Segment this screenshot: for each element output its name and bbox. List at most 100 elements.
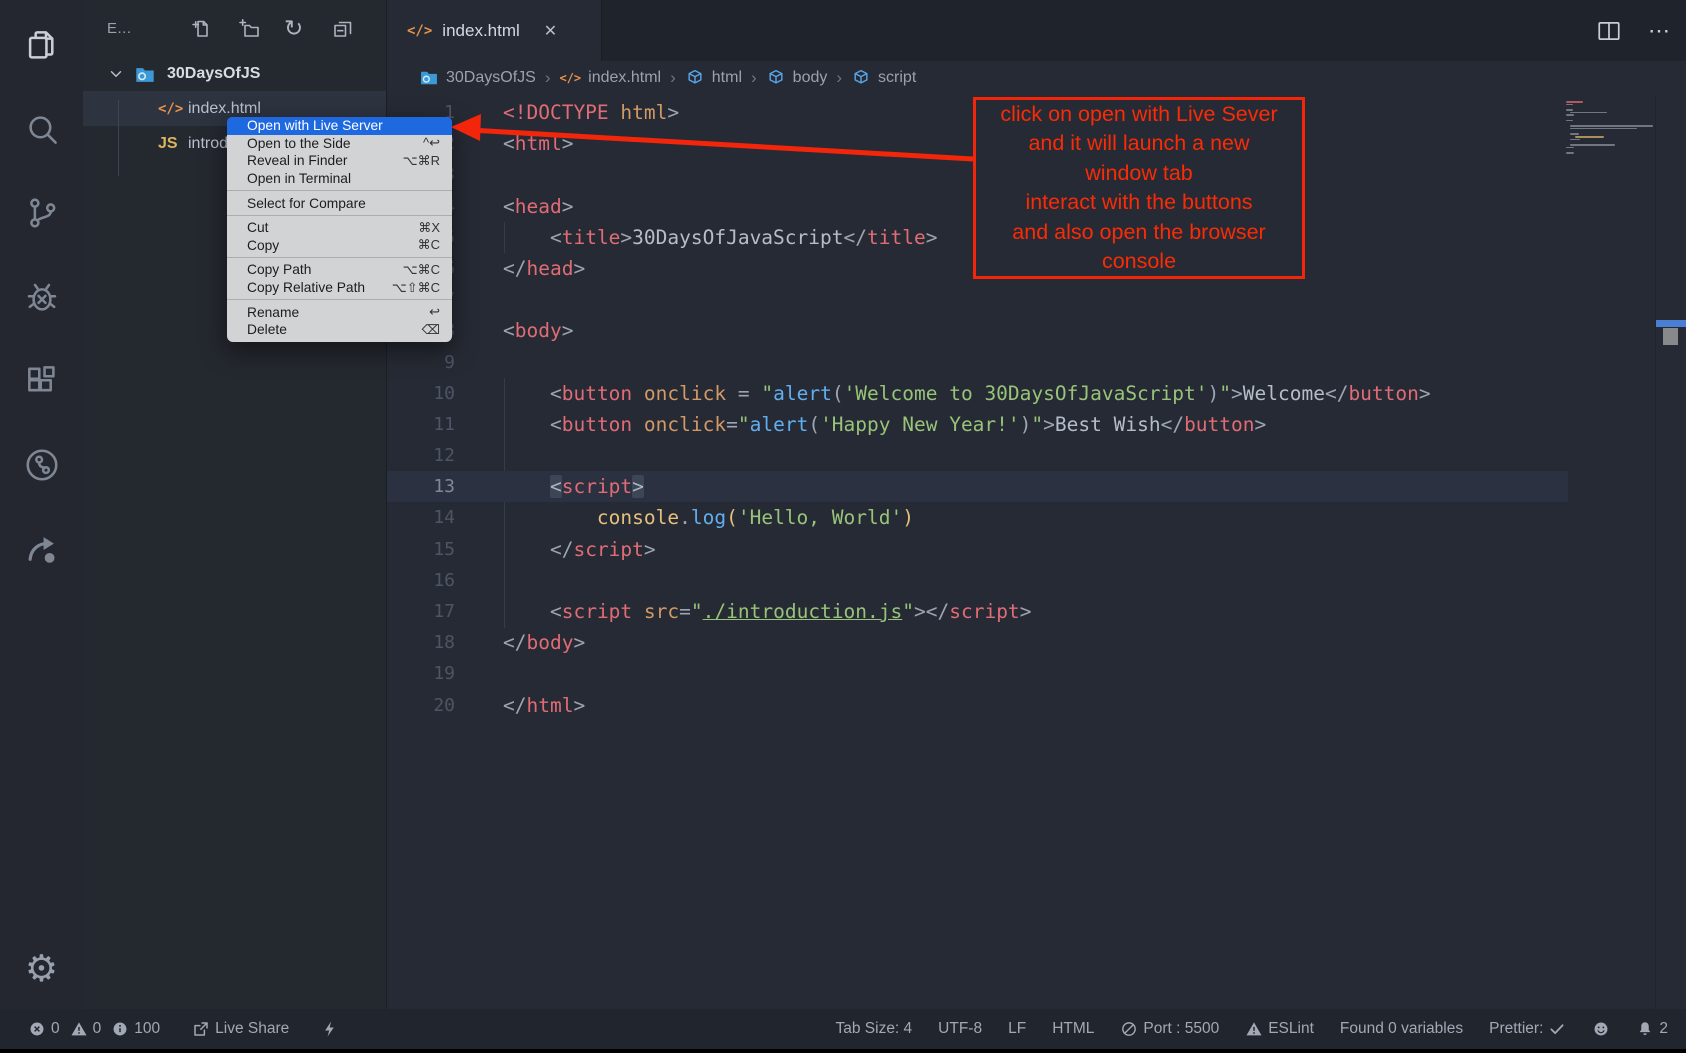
menu-item-open-in-terminal[interactable]: Open in Terminal <box>227 170 452 188</box>
menu-separator <box>227 257 452 258</box>
minimap-line <box>1570 112 1606 114</box>
breadcrumb-30DaysOfJS[interactable]: 30DaysOfJS <box>419 68 536 88</box>
minimap-line <box>1570 144 1615 146</box>
context-menu: Open with Live ServerOpen to the Side^↩R… <box>227 117 452 342</box>
breadcrumb: 30DaysOfJS›</>index.html›html›body›scrip… <box>387 61 1686 95</box>
html-file-icon: </> <box>158 101 183 117</box>
error-icon <box>28 1020 46 1038</box>
line-number: 12 <box>387 440 455 471</box>
breadcrumb-index-html[interactable]: </>index.html <box>559 69 661 87</box>
minimap-line <box>1570 133 1579 135</box>
tree-root-30daysofjs[interactable]: 30DaysOfJS <box>83 57 386 91</box>
menu-item-cut[interactable]: Cut⌘X <box>227 219 452 237</box>
editor-actions: ⋯ <box>1596 0 1672 61</box>
menu-separator <box>227 215 452 216</box>
status-lightning[interactable] <box>321 1020 339 1038</box>
folder-icon <box>133 64 157 84</box>
activity-extensions-button[interactable] <box>0 339 83 423</box>
status-eslint[interactable]: ESLint <box>1245 1020 1314 1038</box>
menu-item-copy-relative-path[interactable]: Copy Relative Path⌥⇧⌘C <box>227 279 452 297</box>
tab-index-html[interactable]: </> index.html ✕ <box>387 0 602 61</box>
new-folder-icon <box>237 17 261 41</box>
status-tab-size-4[interactable]: Tab Size: 4 <box>835 1020 912 1038</box>
status-utf-8[interactable]: UTF-8 <box>938 1020 982 1038</box>
activity-explorer-button[interactable] <box>0 3 83 87</box>
search-icon <box>23 110 61 148</box>
settings-gear-button[interactable]: ⚙ <box>25 950 58 987</box>
close-icon[interactable]: ✕ <box>544 21 557 41</box>
line-number: 16 <box>387 565 455 596</box>
new-file-icon <box>190 17 214 41</box>
warning-icon <box>70 1020 88 1038</box>
menu-item-select-for-compare[interactable]: Select for Compare <box>227 194 452 212</box>
annotation-text: and also open the browser <box>1012 218 1265 248</box>
more-actions-button[interactable]: ⋯ <box>1648 18 1672 44</box>
menu-item-open-to-the-side[interactable]: Open to the Side^↩ <box>227 135 452 153</box>
activity-live-share-button[interactable] <box>0 507 83 591</box>
status-html[interactable]: HTML <box>1052 1020 1094 1038</box>
menu-shortcut: ↩ <box>429 304 440 320</box>
lightning-icon <box>321 1020 339 1038</box>
menu-item-rename[interactable]: Rename↩ <box>227 303 452 321</box>
status-port-5500[interactable]: Port : 5500 <box>1120 1020 1219 1038</box>
menu-shortcut: ⌫ <box>422 322 440 338</box>
status-100[interactable]: 100 <box>111 1020 160 1038</box>
gitlens-icon <box>23 446 61 484</box>
scrollbar-handle[interactable] <box>1663 328 1678 345</box>
minimap-line <box>1566 114 1574 116</box>
activity-gitlens-button[interactable] <box>0 423 83 507</box>
status-found-0-variables[interactable]: Found 0 variables <box>1340 1020 1463 1038</box>
status-live-share[interactable]: Live Share <box>192 1020 289 1038</box>
status-smiley[interactable] <box>1592 1020 1610 1038</box>
collapse-all-button[interactable] <box>330 16 356 42</box>
minimap-line <box>1566 104 1573 106</box>
code-line-12: 12 <box>387 440 1686 471</box>
menu-item-reveal-in-finder[interactable]: Reveal in Finder⌥⌘R <box>227 152 452 170</box>
overview-ruler-marker <box>1656 320 1686 327</box>
tree-indent-guide <box>118 100 119 176</box>
split-editor-button[interactable] <box>1596 18 1622 44</box>
breadcrumb-script[interactable]: script <box>851 68 916 88</box>
code-line-16: 16 <box>387 565 1686 596</box>
status-prettier-[interactable]: Prettier: <box>1489 1020 1566 1038</box>
activity-search-button[interactable] <box>0 87 83 171</box>
code-line-17: 17 <script src="./introduction.js"></scr… <box>387 596 1686 627</box>
annotation-text: window tab <box>1085 159 1193 189</box>
window-bottom-edge <box>0 1049 1686 1053</box>
status-lf[interactable]: LF <box>1008 1020 1026 1038</box>
line-number: 20 <box>387 690 455 721</box>
annotation-text: click on open with Live Sever <box>1000 100 1277 130</box>
new-folder-button[interactable] <box>236 16 262 42</box>
cube-icon <box>685 68 705 88</box>
root-folder-label: 30DaysOfJS <box>167 65 260 83</box>
menu-separator <box>227 299 452 300</box>
breadcrumb-body[interactable]: body <box>766 68 828 88</box>
status-2[interactable]: 2 <box>1636 1020 1668 1038</box>
annotation-text: and it will launch a new <box>1028 129 1249 159</box>
minimap-line <box>1575 136 1605 138</box>
refresh-button[interactable]: ↻ <box>283 16 309 42</box>
extensions-icon <box>23 362 61 400</box>
activity-bar: ⚙ <box>0 0 83 1009</box>
menu-item-delete[interactable]: Delete⌫ <box>227 321 452 339</box>
code-line-19: 19 <box>387 658 1686 689</box>
menu-shortcut: ⌥⇧⌘C <box>392 280 440 296</box>
menu-item-copy[interactable]: Copy⌘C <box>227 237 452 255</box>
breadcrumb-html[interactable]: html <box>685 68 742 88</box>
status-0[interactable]: 0 <box>70 1020 102 1038</box>
menu-item-copy-path[interactable]: Copy Path⌥⌘C <box>227 261 452 279</box>
new-file-button[interactable] <box>189 16 215 42</box>
chevron-down-icon <box>107 65 125 83</box>
activity-debug-button[interactable] <box>0 255 83 339</box>
menu-item-open-with-live-server[interactable]: Open with Live Server <box>227 117 452 135</box>
code-line-20: 20</html> <box>387 690 1686 721</box>
explorer-icon <box>23 26 61 64</box>
activity-source-control-button[interactable] <box>0 171 83 255</box>
minimap[interactable] <box>1566 101 1652 155</box>
js-file-icon: JS <box>158 135 178 153</box>
line-number: 19 <box>387 658 455 689</box>
vscode-window: ⚙ E... ↻ 30DaysOfJS </>index.htmlJSintro… <box>0 0 1686 1053</box>
annotation-box: click on open with Live Severand it will… <box>973 97 1305 279</box>
annotation-text: interact with the buttons <box>1025 188 1252 218</box>
status-0[interactable]: 0 <box>28 1020 60 1038</box>
